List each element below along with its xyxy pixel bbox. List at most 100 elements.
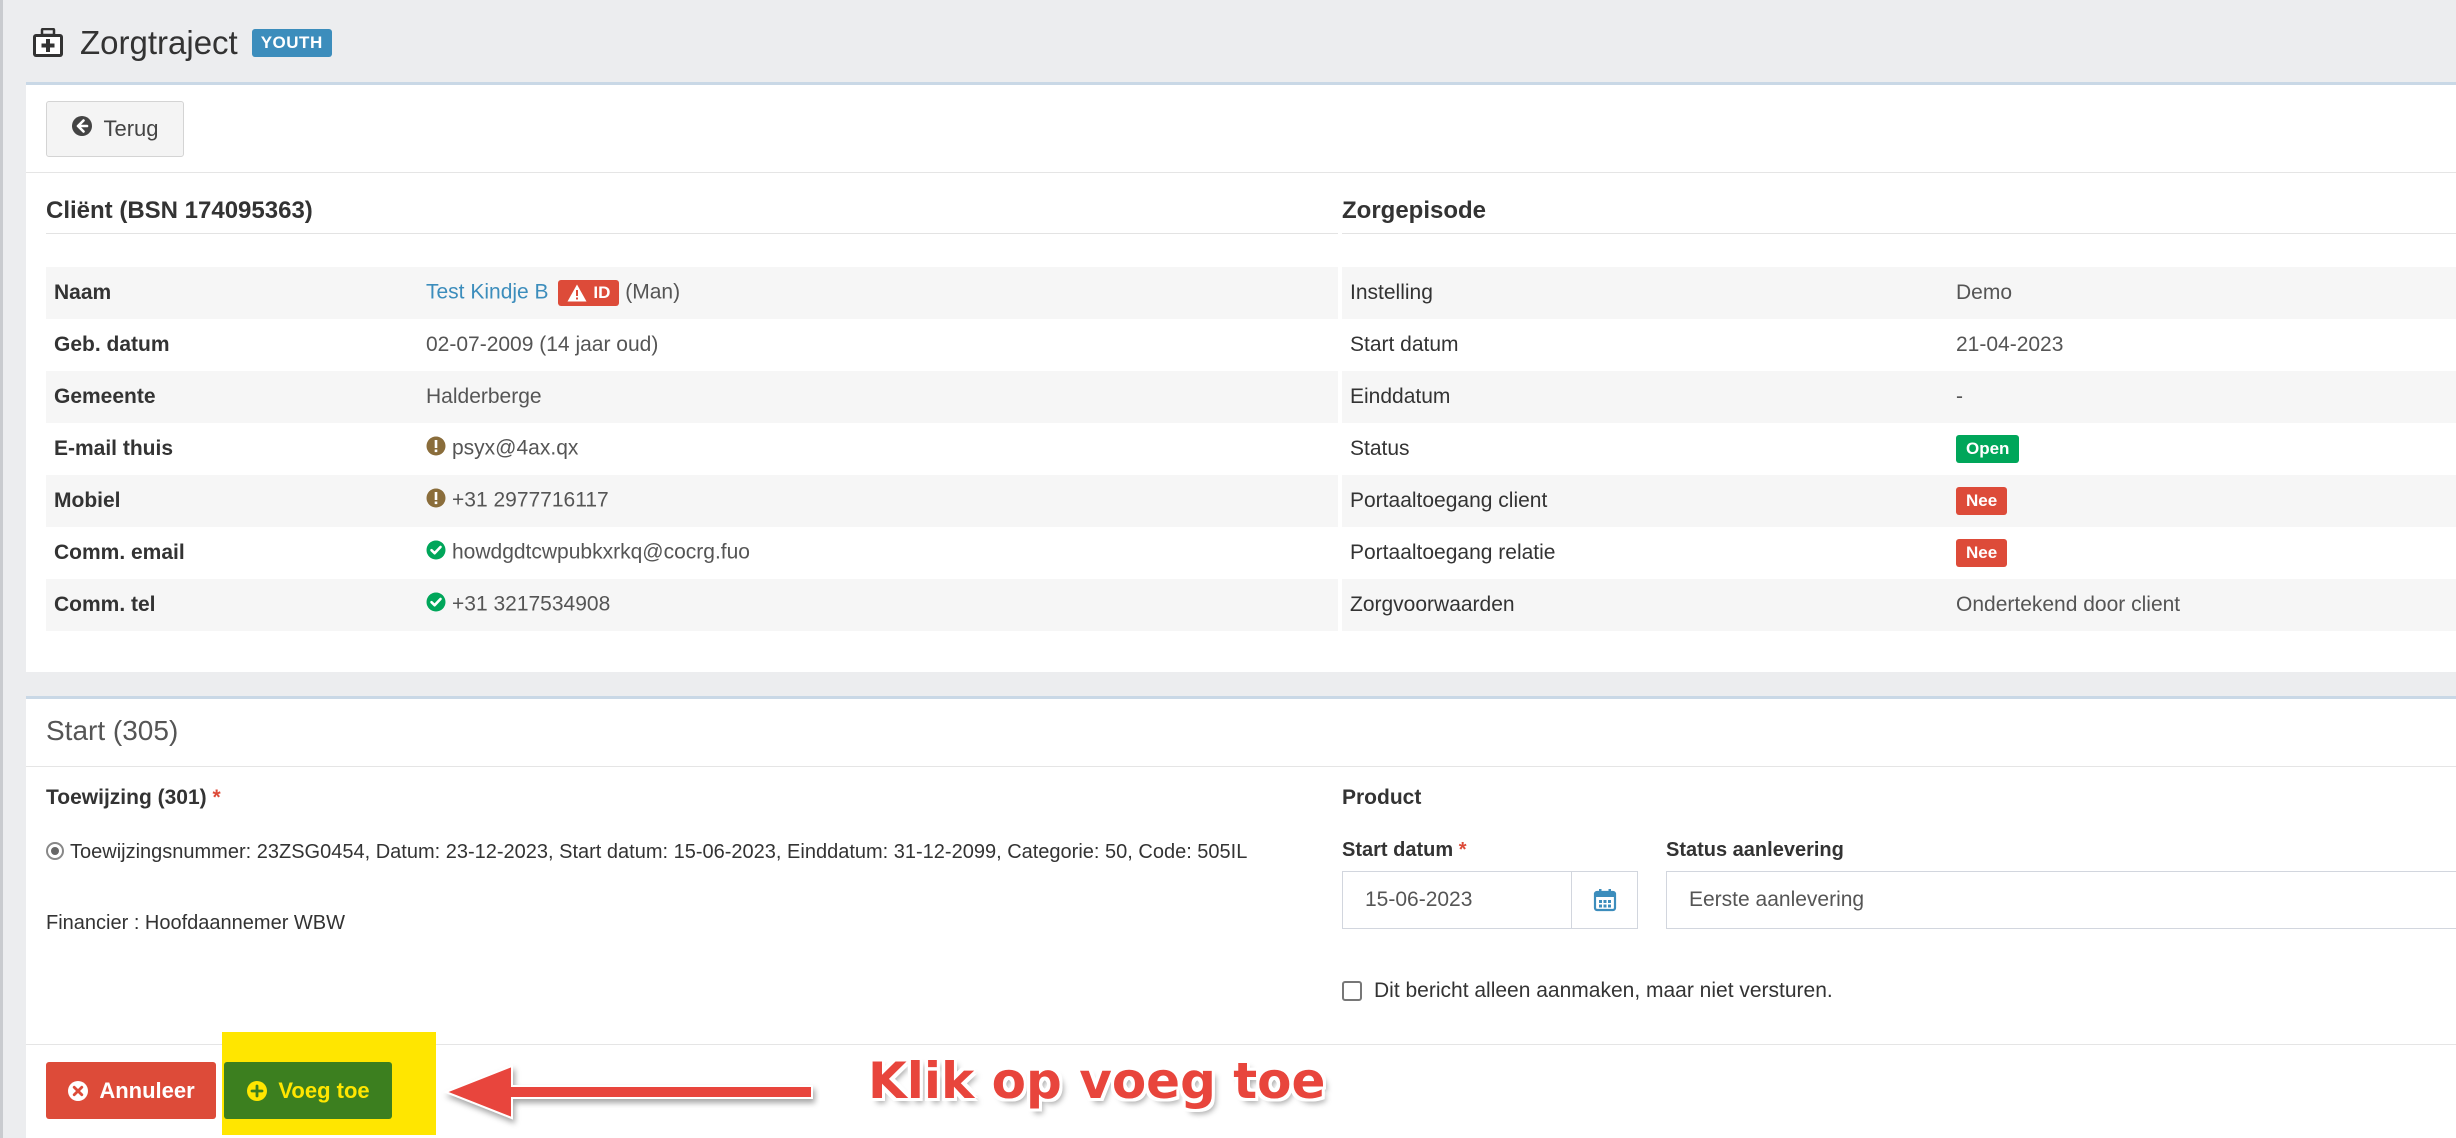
send-checkbox-label: Dit bericht alleen aanmaken, maar niet v… xyxy=(1374,979,1833,1002)
table-row: Portaaltoegang relatie Nee xyxy=(1342,527,2456,579)
client-section-title: Cliënt (BSN 174095363) xyxy=(46,197,313,224)
table-row: Gemeente Halderberge xyxy=(46,371,1338,423)
table-row: Portaaltoegang client Nee xyxy=(1342,475,2456,527)
client-table: Naam Test Kindje B ID (Man) Geb. datum 0… xyxy=(46,267,1338,631)
mobile-value: +31 2977716117 xyxy=(452,488,609,512)
client-episode-box: Terug Cliënt (BSN 174095363) Naam Test K… xyxy=(26,82,2456,672)
id-warning-badge[interactable]: ID xyxy=(558,280,620,306)
row-label: E-mail thuis xyxy=(54,437,174,460)
row-label: Einddatum xyxy=(1342,371,1948,423)
row-value: Demo xyxy=(1948,267,2456,319)
page-title: Zorgtraject xyxy=(80,24,238,61)
start-date-label-text: Start datum xyxy=(1342,839,1454,861)
row-value: Ondertekend door client xyxy=(1948,579,2456,631)
table-row: Status Open xyxy=(1342,423,2456,475)
calendar-button[interactable] xyxy=(1572,871,1638,929)
check-circle-icon xyxy=(426,592,446,618)
product-label: Product xyxy=(1342,786,1422,809)
row-label: Gemeente xyxy=(46,371,418,423)
status-badge: Open xyxy=(1956,435,2020,463)
row-value: howdgdtcwpubkxrkq@cocrg.fuo xyxy=(418,527,1338,579)
annotation-text: Klik op voeg toe xyxy=(868,1052,1326,1110)
send-checkbox-row[interactable]: Dit bericht alleen aanmaken, maar niet v… xyxy=(1342,979,1833,1003)
cancel-button-label: Annuleer xyxy=(99,1077,195,1103)
add-button-label: Voeg toe xyxy=(278,1077,370,1103)
warning-icon xyxy=(567,284,587,302)
start-header: Start (305) xyxy=(26,699,2456,767)
table-row: Comm. email howdgdtcwpubkxrkq@cocrg.fuo xyxy=(46,527,1338,579)
portal-client-badge: Nee xyxy=(1956,487,2008,515)
episode-table: Instelling Demo Start datum 21-04-2023 E… xyxy=(1342,267,2456,631)
status-aanlevering-label: Status aanlevering xyxy=(1666,839,1844,861)
email-home-value: psyx@4ax.qx xyxy=(452,436,579,460)
cancel-button[interactable]: Annuleer xyxy=(46,1062,216,1119)
client-name-link[interactable]: Test Kindje B xyxy=(426,281,549,304)
annotation-arrow-icon xyxy=(443,1064,813,1120)
toewijzing-label: Toewijzing (301) * xyxy=(46,786,221,810)
arrow-circle-left-icon xyxy=(71,115,93,143)
row-label: Instelling xyxy=(1342,267,1948,319)
back-button-label: Terug xyxy=(103,116,159,141)
status-aanlevering-select[interactable]: Eerste aanlevering xyxy=(1666,871,2456,929)
youth-badge: YOUTH xyxy=(251,29,332,57)
row-label: Mobiel xyxy=(46,475,418,527)
required-marker: * xyxy=(1458,839,1467,861)
table-row: Mobiel +31 2977716117 xyxy=(46,475,1338,527)
row-value: Nee xyxy=(1948,475,2456,527)
comm-email-value: howdgdtcwpubkxrkq@cocrg.fuo xyxy=(452,540,750,564)
row-label: Status xyxy=(1350,437,1410,460)
row-value: - xyxy=(1948,371,2456,423)
exclamation-circle-icon xyxy=(426,488,446,514)
portal-relation-badge: Nee xyxy=(1956,539,2008,567)
row-value: +31 2977716117 xyxy=(418,475,1338,527)
row-label: Zorgvoorwaarden xyxy=(1342,579,1948,631)
row-label: Geb. datum xyxy=(54,333,170,356)
start-date-label: Start datum * xyxy=(1342,839,1466,862)
add-button[interactable]: Voeg toe xyxy=(224,1062,392,1119)
row-label: Comm. tel xyxy=(46,579,418,631)
check-circle-icon xyxy=(426,540,446,566)
calendar-icon xyxy=(1593,889,1616,912)
toewijzing-option[interactable]: Toewijzingsnummer: 23ZSG0454, Datum: 23-… xyxy=(46,837,1316,868)
page-header: Zorgtraject YOUTH xyxy=(30,18,332,68)
table-row: E-mail thuis psyx@4ax.qx xyxy=(46,423,1338,475)
send-checkbox[interactable] xyxy=(1342,981,1362,1001)
table-row: Instelling Demo xyxy=(1342,267,2456,319)
table-row: Naam Test Kindje B ID (Man) xyxy=(46,267,1338,319)
row-value: Open xyxy=(1948,423,2456,475)
client-section-rule xyxy=(46,233,1338,234)
row-value: +31 3217534908 xyxy=(418,579,1338,631)
table-row: Comm. tel +31 3217534908 xyxy=(46,579,1338,631)
row-value: psyx@4ax.qx xyxy=(418,423,1338,475)
row-label: Portaaltoegang relatie xyxy=(1350,541,1556,564)
episode-section-title: Zorgepisode xyxy=(1342,197,1487,224)
left-edge xyxy=(0,0,3,1138)
table-row: Zorgvoorwaarden Ondertekend door client xyxy=(1342,579,2456,631)
required-marker: * xyxy=(212,786,221,809)
toewijzing-radio[interactable] xyxy=(46,842,64,860)
row-value: 21-04-2023 xyxy=(1956,333,2064,356)
row-value: Nee xyxy=(1948,527,2456,579)
exclamation-circle-icon xyxy=(426,436,446,462)
row-value: Halderberge xyxy=(418,371,1338,423)
table-row: Geb. datum 02-07-2009 (14 jaar oud) xyxy=(46,319,1338,371)
financier-text: Financier : Hoofdaannemer WBW xyxy=(46,912,346,934)
back-button[interactable]: Terug xyxy=(46,101,184,157)
row-label: Naam xyxy=(46,267,418,319)
row-label: Start datum xyxy=(1350,333,1459,356)
table-row: Start datum 21-04-2023 xyxy=(1342,319,2456,371)
start-title: Start (305) xyxy=(46,715,179,746)
client-gender: (Man) xyxy=(625,280,681,304)
times-circle-icon xyxy=(68,1080,89,1101)
toolbar: Terug xyxy=(26,85,2456,173)
row-value: 02-07-2009 (14 jaar oud) xyxy=(426,333,659,356)
row-value: Test Kindje B ID (Man) xyxy=(418,267,1338,319)
start-date-input[interactable]: 15-06-2023 xyxy=(1342,871,1572,929)
comm-tel-value: +31 3217534908 xyxy=(452,592,611,616)
medkit-icon xyxy=(30,25,66,61)
row-label: Comm. email xyxy=(54,541,185,564)
plus-circle-icon xyxy=(247,1080,268,1101)
row-label: Portaaltoegang client xyxy=(1342,475,1948,527)
toewijzing-label-text: Toewijzing (301) xyxy=(46,786,207,809)
id-badge-label: ID xyxy=(593,283,611,302)
